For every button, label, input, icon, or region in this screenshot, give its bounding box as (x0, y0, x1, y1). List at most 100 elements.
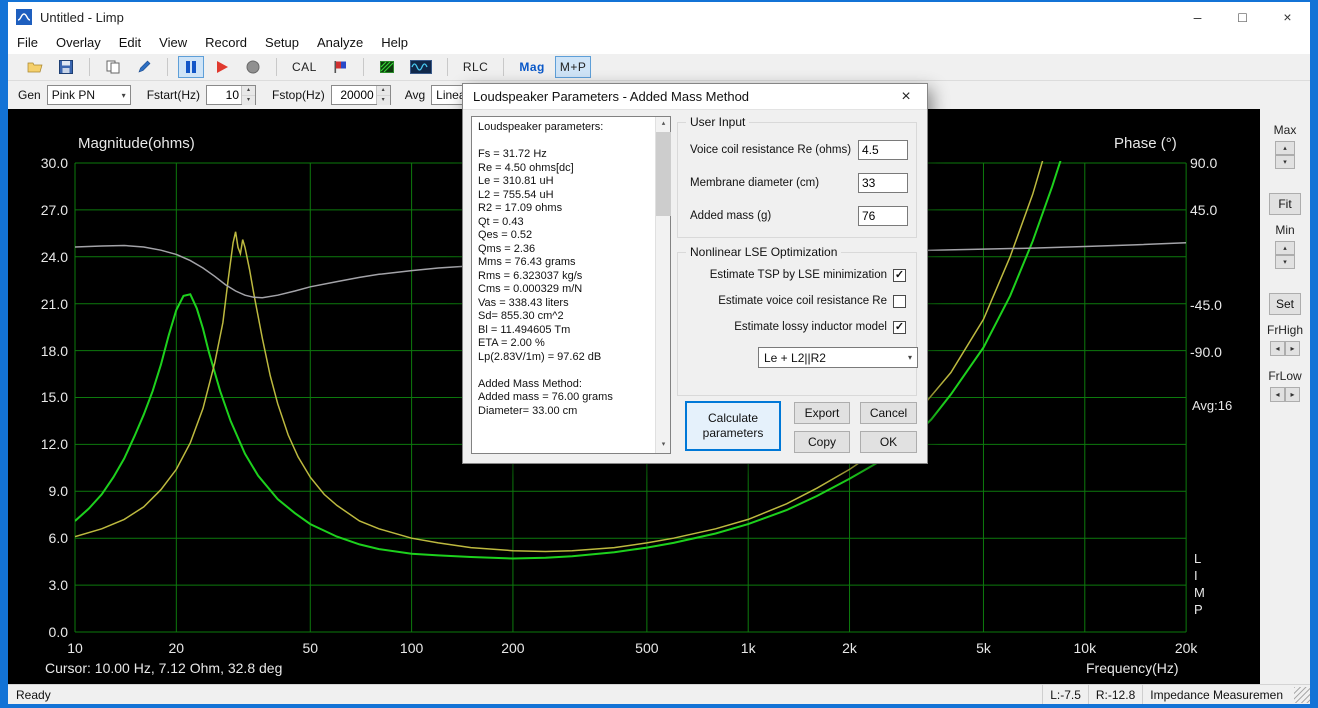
lse-check-row: Estimate voice coil resistance Re (718, 293, 906, 309)
rlc-button[interactable]: RLC (458, 56, 494, 78)
menu-file[interactable]: File (8, 32, 47, 54)
open-button[interactable] (22, 56, 48, 78)
export-button[interactable]: Export (794, 402, 850, 424)
set-button[interactable]: Set (1269, 293, 1301, 315)
min-up-icon[interactable]: ▴ (1275, 241, 1295, 255)
field-label: Membrane diameter (cm) (690, 177, 858, 189)
record-button[interactable] (209, 56, 235, 78)
dialog-title: Loudspeaker Parameters - Added Mass Meth… (473, 89, 749, 104)
parameters-listbox[interactable]: Loudspeaker parameters: Fs = 31.72 Hz Re… (471, 116, 671, 454)
phase-tick-label: -45.0 (1190, 297, 1236, 313)
menu-help[interactable]: Help (372, 32, 417, 54)
menu-setup[interactable]: Setup (256, 32, 308, 54)
phase-axis-title: Phase (°) (1114, 135, 1177, 152)
fstop-input[interactable] (332, 86, 376, 104)
mag-button[interactable]: Mag (514, 56, 550, 78)
inductor-model-select[interactable]: Le + L2||R2 ▾ (758, 347, 918, 368)
checkbox[interactable]: ✓ (893, 269, 906, 282)
resize-grip[interactable] (1294, 687, 1310, 703)
title-bar[interactable]: Untitled - Limp – □ × (8, 2, 1310, 32)
save-button[interactable] (53, 56, 79, 78)
ok-button[interactable]: OK (860, 431, 917, 453)
dialog-title-bar[interactable]: Loudspeaker Parameters - Added Mass Meth… (463, 84, 927, 110)
menu-bar: FileOverlayEditViewRecordSetupAnalyzeHel… (8, 32, 1310, 54)
close-button[interactable]: × (1265, 2, 1310, 32)
y-tick-label: 0.0 (22, 624, 68, 640)
status-bar: Ready L:-7.5 R:-12.8 Impedance Measureme… (8, 684, 1310, 704)
app-icon (16, 9, 32, 25)
max-up-icon[interactable]: ▴ (1275, 141, 1295, 155)
signal-generator-button[interactable] (405, 56, 437, 78)
caption-buttons: – □ × (1175, 2, 1310, 32)
status-text: Ready (8, 688, 51, 702)
pen-button[interactable] (131, 56, 157, 78)
calculate-parameters-button[interactable]: Calculate parameters (685, 401, 781, 451)
fstart-input[interactable] (207, 86, 241, 104)
window-title: Untitled - Limp (40, 10, 124, 25)
mag-phase-button[interactable]: M+P (555, 56, 592, 78)
x-tick-label: 10 (51, 640, 99, 656)
y-tick-label: 12.0 (22, 436, 68, 452)
spectrum-button[interactable] (374, 56, 400, 78)
fstop-label: Fstop(Hz) (272, 88, 325, 102)
maximize-button[interactable]: □ (1220, 2, 1265, 32)
min-label: Min (1260, 223, 1310, 237)
fstart-spinbox: ▴▾ (206, 85, 256, 105)
copy-graph-button[interactable] (100, 56, 126, 78)
menu-edit[interactable]: Edit (110, 32, 150, 54)
frhigh-right-icon[interactable]: ▸ (1285, 341, 1300, 356)
scroll-down-icon[interactable]: ▾ (656, 438, 671, 453)
generator-value: Pink PN (52, 88, 95, 102)
membrane-diameter-input[interactable] (858, 173, 908, 193)
scroll-up-icon[interactable]: ▴ (656, 117, 671, 132)
chevron-down-icon: ▾ (122, 91, 126, 100)
mag-axis-title: Magnitude(ohms) (78, 135, 195, 152)
y-tick-label: 24.0 (22, 249, 68, 265)
status-mode: Impedance Measuremen (1142, 685, 1290, 704)
cancel-button[interactable]: Cancel (860, 402, 917, 424)
checkbox[interactable] (893, 295, 906, 308)
dialog-close-button[interactable]: × (885, 84, 927, 110)
menu-analyze[interactable]: Analyze (308, 32, 372, 54)
freq-axis-title: Frequency(Hz) (1086, 660, 1179, 676)
min-down-icon[interactable]: ▾ (1275, 255, 1295, 269)
scrollbar-thumb[interactable] (656, 132, 671, 216)
copy-button[interactable]: Copy (794, 431, 850, 453)
max-down-icon[interactable]: ▾ (1275, 155, 1295, 169)
pause-button[interactable] (178, 56, 204, 78)
cal-button[interactable]: CAL (287, 56, 322, 78)
flag-icon-button[interactable] (327, 56, 353, 78)
generator-select[interactable]: Pink PN ▾ (47, 85, 131, 105)
fit-button[interactable]: Fit (1269, 193, 1301, 215)
menu-record[interactable]: Record (196, 32, 256, 54)
frhigh-spinner: ◂▸ (1270, 341, 1300, 356)
menu-overlay[interactable]: Overlay (47, 32, 110, 54)
menu-view[interactable]: View (150, 32, 196, 54)
x-tick-label: 1k (724, 640, 772, 656)
y-tick-label: 15.0 (22, 389, 68, 405)
spin-down-icon[interactable]: ▾ (377, 96, 390, 105)
listbox-scrollbar[interactable]: ▴ ▾ (655, 117, 670, 453)
minimize-button[interactable]: – (1175, 2, 1220, 32)
frlow-right-icon[interactable]: ▸ (1285, 387, 1300, 402)
spin-up-icon[interactable]: ▴ (377, 86, 390, 96)
stop-button[interactable] (240, 56, 266, 78)
y-tick-label: 21.0 (22, 296, 68, 312)
x-tick-label: 500 (623, 640, 671, 656)
checkbox[interactable]: ✓ (893, 321, 906, 334)
frhigh-left-icon[interactable]: ◂ (1270, 341, 1285, 356)
cursor-readout: Cursor: 10.00 Hz, 7.12 Ohm, 32.8 deg (45, 660, 282, 676)
scale-panel: Max ▴▾ Fit Min ▴▾ Set FrHigh ◂▸ FrLow ◂▸ (1260, 109, 1310, 684)
user-input-group: User Input Voice coil resistance Re (ohm… (677, 122, 917, 238)
chevron-down-icon: ▾ (908, 353, 912, 362)
phase-tick-label: 90.0 (1190, 155, 1236, 171)
frlow-left-icon[interactable]: ◂ (1270, 387, 1285, 402)
checkbox-label: Estimate lossy inductor model (734, 321, 887, 333)
toolbar-separator (363, 58, 364, 76)
added-mass-input[interactable] (858, 206, 908, 226)
avg-label: Avg (405, 88, 425, 102)
voice-coil-resistance-input[interactable] (858, 140, 908, 160)
spin-down-icon[interactable]: ▾ (242, 96, 255, 105)
spin-up-icon[interactable]: ▴ (242, 86, 255, 96)
x-tick-label: 20k (1162, 640, 1210, 656)
